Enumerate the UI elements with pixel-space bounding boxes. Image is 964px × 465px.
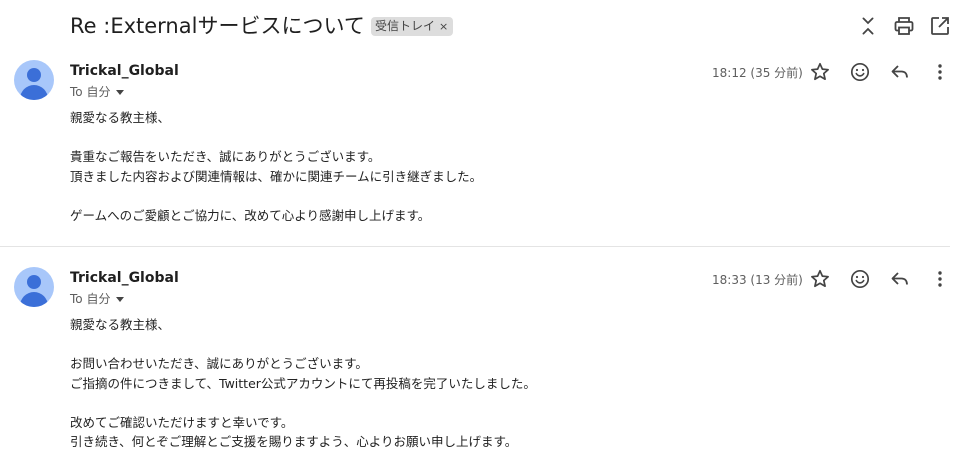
message-timestamp: 18:33 (13 分前) [712,273,803,287]
body-line: 引き続き、何とぞご理解とご支援を賜りますよう、心よりお願い申し上げます。 [70,434,518,449]
body-line [70,128,482,148]
collapse-all-icon[interactable] [856,14,880,38]
body-line [70,186,482,206]
thread-subject: Re :Externalサービスについて [70,14,365,38]
sender-avatar[interactable] [14,60,54,100]
body-line [70,335,536,355]
avatar-head [27,68,41,82]
print-icon[interactable] [892,14,916,38]
reply-icon[interactable] [888,60,912,84]
open-in-new-window-icon[interactable] [928,14,952,38]
message-divider [0,246,950,247]
recipient-text: To 自分 [70,85,111,99]
body-line: ご指摘の件につきまして、Twitter公式アカウントにて再投稿を完了いたしました… [70,375,536,391]
more-options-icon[interactable] [928,60,952,84]
recipient-details[interactable]: To 自分 [70,83,125,100]
remove-label-icon[interactable]: × [439,20,448,33]
body-line: ゲームへのご愛顧とご協力に、改めて心より感謝申し上げます。 [70,207,431,223]
inbox-label-chip[interactable]: 受信トレイ × [371,17,454,36]
thread-header: Re :Externalサービスについて 受信トレイ × [0,0,964,54]
body-line: 貴重なご報告をいただき、誠にありがとうございます。 [70,149,381,164]
chevron-down-icon[interactable] [116,90,125,95]
body-line [70,393,536,413]
body-line: 親愛なる教主様、 [70,110,171,125]
recipient-details[interactable]: To 自分 [70,290,125,307]
reply-icon[interactable] [888,267,912,291]
label-text: 受信トレイ [375,19,436,33]
email-message: Trickal_Global To 自分 18:33 (13 分前) 親愛なる教… [0,261,964,465]
body-line: 改めてご確認いただけますと幸いです。 [70,414,294,430]
email-message: Trickal_Global To 自分 18:12 (35 分前) 親愛なる教… [0,54,964,246]
sender-avatar[interactable] [14,267,54,307]
sender-name[interactable]: Trickal_Global [70,270,179,286]
message-timestamp: 18:12 (35 分前) [712,66,803,80]
recipient-text: To 自分 [70,292,111,306]
star-icon[interactable] [808,267,832,291]
body-line: お問い合わせいただき、誠にありがとうございます。 [70,356,368,371]
more-options-icon[interactable] [928,267,952,291]
sender-name[interactable]: Trickal_Global [70,63,179,79]
avatar-body [20,292,48,307]
body-line: 親愛なる教主様、 [70,317,171,332]
emoji-reaction-icon[interactable] [848,267,872,291]
avatar-body [20,85,48,100]
emoji-reaction-icon[interactable] [848,60,872,84]
chevron-down-icon[interactable] [116,297,125,302]
avatar-head [27,275,41,289]
message-body: 親愛なる教主様、 貴重なご報告をいただき、誠にありがとうございます。 頂きました… [70,108,482,225]
body-line: 頂きました内容および関連情報は、確かに関連チームに引き継ぎました。 [70,168,483,184]
message-body: 親愛なる教主様、 お問い合わせいただき、誠にありがとうございます。 ご指摘の件に… [70,315,536,452]
star-icon[interactable] [808,60,832,84]
